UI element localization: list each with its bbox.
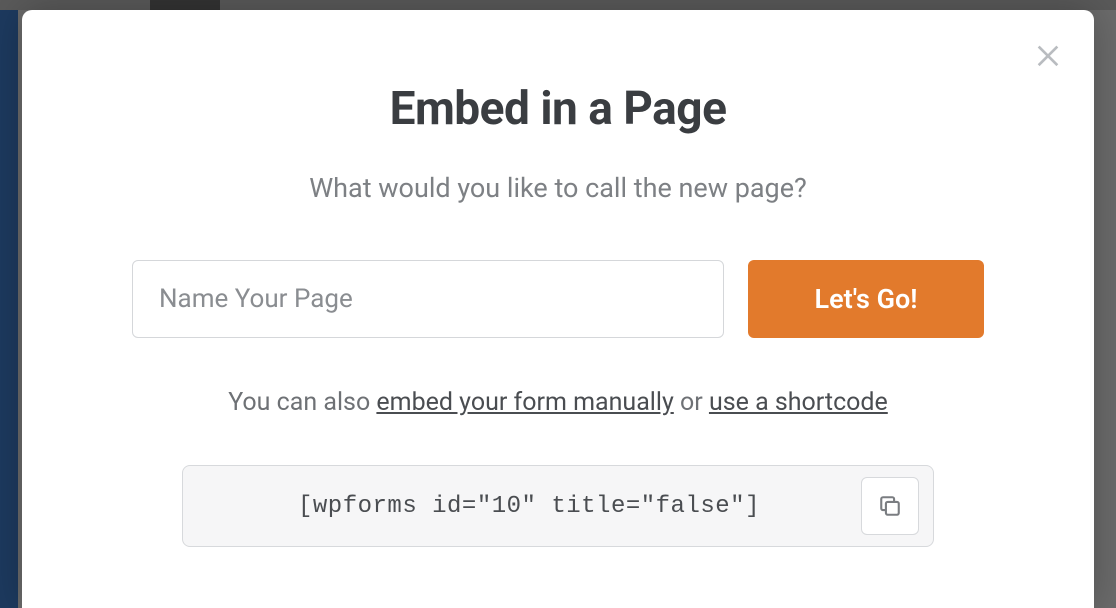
embed-modal: Embed in a Page What would you like to c… bbox=[22, 10, 1094, 608]
helper-text-prefix: You can also bbox=[228, 388, 376, 417]
lets-go-button[interactable]: Let's Go! bbox=[748, 260, 984, 338]
use-shortcode-link[interactable]: use a shortcode bbox=[709, 388, 888, 417]
page-name-input[interactable] bbox=[132, 260, 724, 338]
embed-manually-link[interactable]: embed your form manually bbox=[376, 388, 673, 417]
helper-text-mid: or bbox=[674, 388, 709, 417]
close-icon[interactable] bbox=[1032, 38, 1064, 70]
helper-text: You can also embed your form manually or… bbox=[62, 388, 1054, 417]
modal-subtitle: What would you like to call the new page… bbox=[62, 172, 1054, 204]
copy-shortcode-button[interactable] bbox=[861, 477, 919, 535]
modal-title: Embed in a Page bbox=[62, 82, 1054, 136]
shortcode-box: [wpforms id="10" title="false"] bbox=[182, 465, 934, 547]
background-sidebar-strip bbox=[0, 0, 18, 608]
input-row: Let's Go! bbox=[132, 260, 984, 338]
background-dark-block bbox=[150, 0, 220, 10]
shortcode-text: [wpforms id="10" title="false"] bbox=[197, 493, 861, 520]
copy-icon bbox=[876, 492, 904, 520]
